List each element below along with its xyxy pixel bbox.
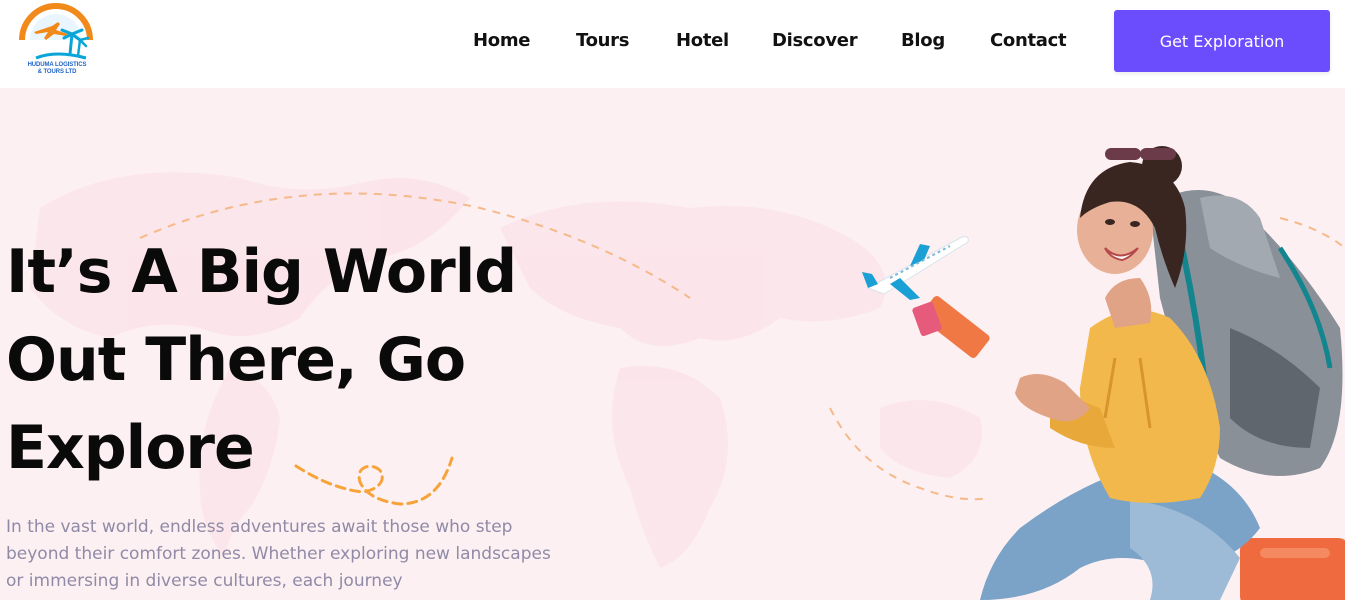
hero-description: In the vast world, endless adventures aw…: [6, 517, 551, 591]
hero-section: It’s A Big World Out There, Go Explore I…: [0, 88, 1345, 600]
nav-home[interactable]: Home: [473, 30, 531, 51]
brand-line-2: & TOURS LTD: [37, 69, 77, 75]
nav-tours[interactable]: Tours: [576, 30, 629, 51]
brand-name: HUDUMA LOGISTICS & TOURS LTD: [22, 62, 92, 76]
nav-blog[interactable]: Blog: [901, 30, 945, 51]
hero-headline: It’s A Big World Out There, Go Explore: [6, 228, 566, 492]
site-header: HUDUMA LOGISTICS & TOURS LTD Home Tours …: [0, 0, 1345, 88]
traveler-image: [912, 146, 1345, 600]
get-exploration-button[interactable]: Get Exploration: [1114, 10, 1330, 72]
headline-line-1: It’s A Big World: [6, 237, 517, 307]
nav-discover[interactable]: Discover: [772, 30, 858, 51]
nav-hotel[interactable]: Hotel: [676, 30, 729, 51]
nav-contact[interactable]: Contact: [990, 30, 1067, 51]
brand-line-1: HUDUMA LOGISTICS: [27, 62, 87, 68]
headline-line-3: Explore: [6, 413, 255, 483]
headline-line-2: Out There, Go: [6, 325, 466, 395]
